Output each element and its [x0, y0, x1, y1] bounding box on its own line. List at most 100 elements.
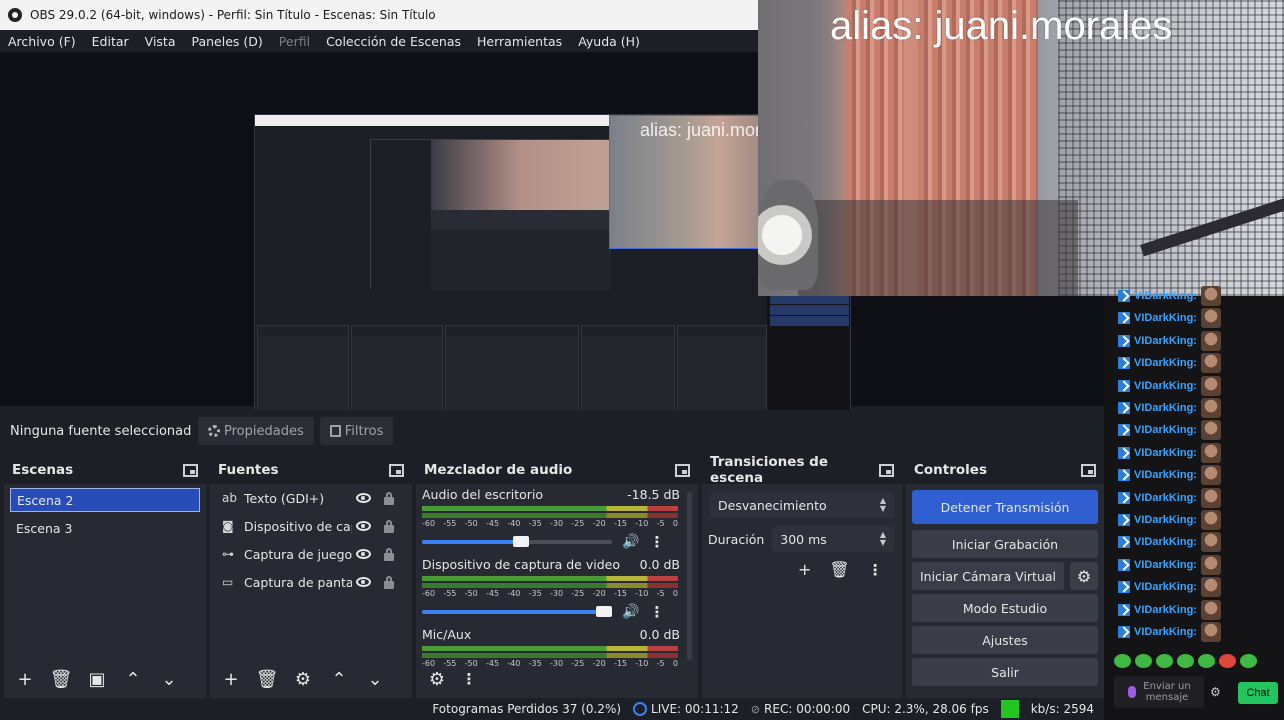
scenes-title: Escenas [12, 462, 74, 478]
start-recording-button[interactable]: Iniciar Grabación [912, 530, 1098, 558]
add-transition-icon[interactable]: + [798, 560, 811, 579]
slider-handle[interactable] [596, 606, 613, 617]
level-meter [422, 583, 678, 588]
menu-vista[interactable]: Vista [137, 34, 184, 49]
visibility-eye-icon[interactable] [356, 577, 371, 587]
move-up-icon[interactable]: ⌃ [122, 668, 144, 690]
start-virtual-camera-button[interactable]: Iniciar Cámara Virtual [912, 562, 1064, 590]
menu-archivo[interactable]: Archivo (F) [0, 34, 84, 49]
gear-icon[interactable]: ⚙ [292, 668, 314, 690]
undock-icon[interactable] [1081, 463, 1096, 477]
meter-scale-tick: -35 [528, 589, 542, 598]
visibility-eye-icon[interactable] [356, 549, 371, 559]
chat-username: VIDarkKing: [1134, 603, 1197, 616]
undock-icon[interactable] [183, 463, 198, 477]
undock-icon[interactable] [675, 463, 690, 477]
move-down-icon[interactable]: ⌄ [158, 668, 180, 690]
duration-spinbox[interactable]: 300 ms ▲ ▼ [772, 526, 894, 552]
studio-mode-button[interactable]: Modo Estudio [912, 594, 1098, 622]
meter-scale-tick: -55 [443, 589, 457, 598]
chat-message: VIDarkKing: [1118, 353, 1221, 374]
chat-message: VIDarkKing: [1118, 465, 1221, 486]
transition-select[interactable]: Desvanecimiento ▲ ▼ [710, 492, 894, 518]
undock-icon[interactable] [389, 463, 404, 477]
meter-scale-tick: -45 [485, 659, 500, 668]
menu-editar[interactable]: Editar [84, 34, 137, 49]
filter-icon[interactable]: ▣ [86, 668, 108, 690]
mixer-menu-icon[interactable]: ⋮ [462, 668, 477, 690]
meter-scale-tick: -30 [549, 659, 564, 668]
meter-scale-tick: -15 [613, 519, 628, 528]
source-item[interactable]: ◙ Dispositivo de capt [210, 512, 412, 540]
chat-username: VIDarkKing: [1134, 581, 1197, 594]
lock-icon[interactable] [384, 548, 394, 561]
advanced-audio-gear-icon[interactable]: ⚙ [426, 668, 448, 690]
chat-send-button[interactable]: Chat [1238, 682, 1278, 704]
emote-icon[interactable] [1219, 654, 1236, 668]
menu-ayuda[interactable]: Ayuda (H) [570, 34, 648, 49]
stop-stream-button[interactable]: Detener Transmisión [912, 490, 1098, 524]
transition-menu-icon[interactable]: ⋮ [868, 561, 883, 579]
emote-icon [1200, 420, 1221, 441]
badge-icon [1118, 290, 1130, 302]
source-label: Captura de juego [244, 546, 352, 562]
badge-icon [1118, 379, 1130, 392]
visibility-eye-icon[interactable] [356, 493, 371, 503]
spin-arrows-icon[interactable]: ▲ ▼ [880, 531, 886, 547]
add-source-icon[interactable]: + [220, 668, 242, 690]
lock-icon[interactable] [384, 492, 394, 505]
menu-paneles[interactable]: Paneles (D) [184, 34, 271, 49]
gear-icon [208, 425, 220, 437]
menu-perfil[interactable]: Perfil [271, 34, 318, 49]
trash-icon[interactable]: 🗑 [50, 668, 73, 690]
emote-icon[interactable] [1198, 654, 1215, 668]
badge-icon [1118, 469, 1130, 482]
badge-icon [1118, 626, 1130, 638]
menu-coleccion-escenas[interactable]: Colección de Escenas [318, 34, 469, 49]
move-up-icon[interactable]: ⌃ [328, 668, 350, 690]
source-label: Captura de pantalla [244, 574, 352, 590]
channel-menu-icon[interactable]: ⋮ [649, 603, 664, 621]
source-item[interactable]: ▭ Captura de pantalla [210, 568, 412, 596]
emote-icon[interactable] [1114, 654, 1131, 668]
virtual-camera-gear-icon[interactable]: ⚙ [1070, 562, 1098, 590]
emote-icon[interactable] [1240, 654, 1257, 668]
volume-slider[interactable] [422, 606, 613, 617]
speaker-icon[interactable]: 🔊 [622, 534, 639, 550]
volume-slider[interactable] [422, 536, 612, 547]
chat-username: VIDarkKing: [1134, 290, 1197, 302]
channel-name: Audio del escritorio [422, 486, 544, 502]
emote-icon[interactable] [1156, 654, 1173, 668]
speaker-icon[interactable]: 🔊 [622, 604, 639, 620]
duration-label: Duración [708, 531, 765, 547]
undock-icon[interactable] [879, 463, 894, 477]
text-icon: ab [222, 491, 237, 505]
scene-label: Escena 3 [16, 520, 73, 536]
move-down-icon[interactable]: ⌄ [364, 668, 386, 690]
properties-button[interactable]: Propiedades [198, 417, 314, 445]
lock-icon[interactable] [384, 576, 394, 589]
scene-item[interactable]: Escena 3 [10, 516, 200, 540]
level-meter [422, 576, 678, 581]
chat-settings-gear-icon[interactable]: ⚙ [1210, 685, 1221, 699]
channel-name: Dispositivo de captura de video [422, 556, 620, 572]
source-item[interactable]: ab Texto (GDI+) [210, 484, 412, 512]
visibility-eye-icon[interactable] [356, 521, 371, 531]
trash-icon[interactable]: 🗑 [256, 668, 279, 690]
meter-scale-tick: -10 [635, 519, 649, 528]
scene-item[interactable]: Escena 2 [10, 488, 200, 512]
chat-input[interactable]: Enviar un mensaje [1114, 676, 1204, 708]
exit-button[interactable]: Salir [912, 658, 1098, 686]
filters-button[interactable]: Filtros [319, 417, 394, 445]
trash-icon[interactable]: 🗑 [829, 560, 849, 579]
slider-handle[interactable] [512, 536, 529, 547]
emote-icon[interactable] [1177, 654, 1194, 668]
mixer-scrollbar[interactable] [687, 492, 692, 660]
add-scene-icon[interactable]: + [14, 668, 36, 690]
source-item[interactable]: ⊶ Captura de juego [210, 540, 412, 568]
settings-button[interactable]: Ajustes [912, 626, 1098, 654]
menu-herramientas[interactable]: Herramientas [469, 34, 570, 49]
channel-menu-icon[interactable]: ⋮ [649, 533, 664, 551]
lock-icon[interactable] [384, 520, 394, 533]
emote-icon[interactable] [1135, 654, 1152, 668]
